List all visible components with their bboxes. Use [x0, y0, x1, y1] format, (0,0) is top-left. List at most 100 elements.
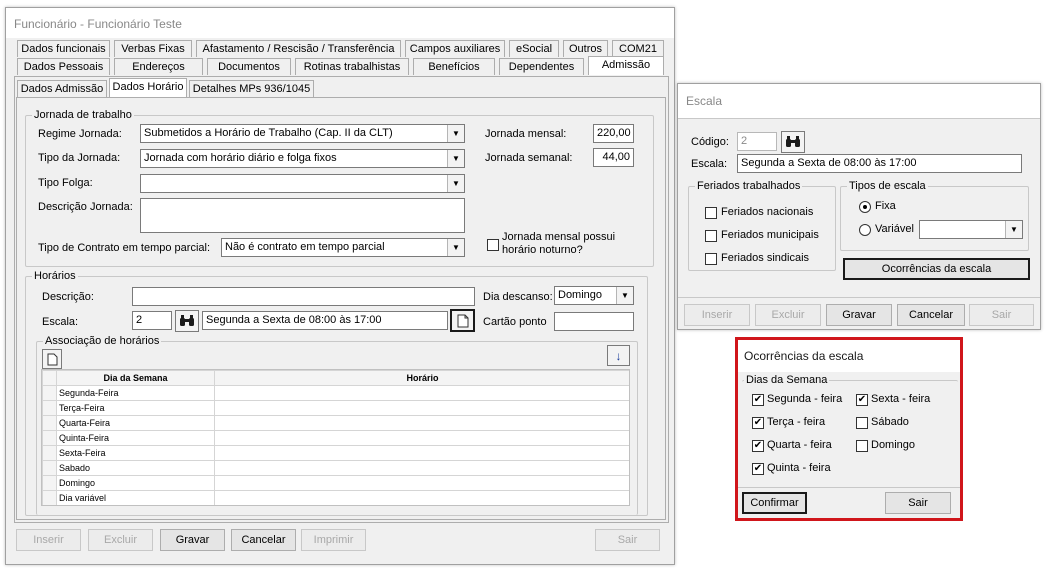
- sabado-label: Sábado: [871, 416, 909, 428]
- table-row[interactable]: Sexta-Feira: [42, 445, 629, 461]
- terca-label: Terça - feira: [767, 416, 826, 428]
- table-row[interactable]: Segunda-Feira: [42, 385, 629, 401]
- fixa-radio[interactable]: [859, 201, 871, 213]
- escala-top-divider: [678, 118, 1040, 119]
- cell-horario[interactable]: [214, 475, 629, 491]
- regime-select[interactable]: Submetidos a Horário de Trabalho (Cap. I…: [140, 124, 465, 143]
- tab-detalhes-mps[interactable]: Detalhes MPs 936/1045: [189, 80, 314, 97]
- cancelar-button[interactable]: Cancelar: [231, 529, 296, 551]
- sair-button[interactable]: Sair: [595, 529, 660, 551]
- table-row[interactable]: Quarta-Feira: [42, 415, 629, 431]
- tab-esocial[interactable]: eSocial: [509, 40, 559, 57]
- gravar-button[interactable]: Gravar: [160, 529, 225, 551]
- noturno-checkbox[interactable]: [487, 239, 499, 251]
- escala-name-field[interactable]: Segunda a Sexta de 08:00 às 17:00: [737, 154, 1022, 173]
- terca-checkbox[interactable]: ✔: [752, 417, 764, 429]
- dia-descanso-select[interactable]: Domingo ▼: [554, 286, 634, 305]
- segunda-checkbox[interactable]: ✔: [752, 394, 764, 406]
- table-row[interactable]: Dia variável: [42, 490, 629, 505]
- escala-cancelar-button[interactable]: Cancelar: [897, 304, 965, 326]
- chevron-down-icon[interactable]: ▼: [447, 239, 464, 256]
- escala-inserir-button[interactable]: Inserir: [684, 304, 750, 326]
- chevron-down-icon[interactable]: ▼: [447, 175, 464, 192]
- new-escala-button[interactable]: [450, 309, 475, 332]
- table-row[interactable]: Sabado: [42, 460, 629, 476]
- horarios-grid[interactable]: Dia da Semana Horário Segunda-Feira Terç…: [41, 369, 630, 506]
- cell-horario[interactable]: [214, 400, 629, 416]
- add-horario-button[interactable]: [42, 349, 62, 369]
- cell-horario[interactable]: [214, 460, 629, 476]
- col-horario[interactable]: Horário: [214, 370, 629, 386]
- tipo-folga-select[interactable]: ▼: [140, 174, 465, 193]
- ocorrencias-sair-button[interactable]: Sair: [885, 492, 951, 514]
- sexta-checkbox[interactable]: ✔: [856, 394, 868, 406]
- codigo-field[interactable]: 2: [737, 132, 777, 151]
- chevron-down-icon[interactable]: ▼: [447, 150, 464, 167]
- sabado-checkbox[interactable]: [856, 417, 868, 429]
- ocorrencias-bottom-divider: [738, 487, 960, 488]
- descricao-field[interactable]: [132, 287, 475, 306]
- quarta-checkbox[interactable]: ✔: [752, 440, 764, 452]
- binoculars-search-button[interactable]: [175, 310, 199, 332]
- confirmar-button[interactable]: Confirmar: [742, 492, 807, 514]
- domingo-checkbox[interactable]: [856, 440, 868, 452]
- jornada-semanal-field[interactable]: 44,00: [593, 148, 634, 167]
- escala-code-field[interactable]: 2: [132, 311, 172, 330]
- tab-dados-admissao[interactable]: Dados Admissão: [17, 80, 107, 97]
- ocorrencias-button[interactable]: Ocorrências da escala: [843, 258, 1030, 280]
- tab-verbas-fixas[interactable]: Verbas Fixas: [114, 40, 192, 57]
- escala-sair-button[interactable]: Sair: [969, 304, 1034, 326]
- tab-com21[interactable]: COM21: [612, 40, 664, 57]
- cell-horario[interactable]: [214, 445, 629, 461]
- imprimir-button[interactable]: Imprimir: [301, 529, 366, 551]
- contrato-parcial-select[interactable]: Não é contrato em tempo parcial ▼: [221, 238, 465, 257]
- quinta-checkbox[interactable]: ✔: [752, 463, 764, 475]
- descricao-jornada-textarea[interactable]: [140, 198, 465, 233]
- tab-dados-horario[interactable]: Dados Horário: [109, 78, 187, 97]
- cell-horario[interactable]: [214, 430, 629, 446]
- cell-dia: Domingo: [56, 475, 215, 491]
- move-down-button[interactable]: ↓: [607, 345, 630, 366]
- tab-dependentes[interactable]: Dependentes: [499, 58, 584, 75]
- tab-rotinas-trabalhistas[interactable]: Rotinas trabalhistas: [295, 58, 409, 75]
- feriados-sindicais-checkbox[interactable]: [705, 253, 717, 265]
- feriados-nacionais-checkbox[interactable]: [705, 207, 717, 219]
- table-row[interactable]: Domingo: [42, 475, 629, 491]
- associacao-legend: Associação de horários: [43, 335, 162, 347]
- tab-campos-auxiliares[interactable]: Campos auxiliares: [405, 40, 505, 57]
- col-dia-semana[interactable]: Dia da Semana: [56, 370, 215, 386]
- feriados-municipais-checkbox[interactable]: [705, 230, 717, 242]
- chevron-down-icon[interactable]: ▼: [616, 287, 633, 304]
- table-row[interactable]: Terça-Feira: [42, 400, 629, 416]
- tab-admissao[interactable]: Admissão: [588, 56, 664, 75]
- excluir-button[interactable]: Excluir: [88, 529, 153, 551]
- sexta-label: Sexta - feira: [871, 393, 931, 405]
- tab-documentos[interactable]: Documentos: [207, 58, 291, 75]
- escala-name-field[interactable]: Segunda a Sexta de 08:00 às 17:00: [202, 311, 448, 330]
- chevron-down-icon[interactable]: ▼: [447, 125, 464, 142]
- escala-gravar-button[interactable]: Gravar: [826, 304, 892, 326]
- variavel-radio[interactable]: [859, 224, 871, 236]
- horarios-table: Dia da Semana Horário Segunda-Feira Terç…: [42, 370, 629, 505]
- tab-beneficios[interactable]: Benefícios: [413, 58, 495, 75]
- variavel-select[interactable]: ▼: [919, 220, 1023, 239]
- escala-excluir-button[interactable]: Excluir: [755, 304, 821, 326]
- binoculars-search-button[interactable]: [781, 131, 805, 153]
- tab-outros[interactable]: Outros: [563, 40, 608, 57]
- jornada-mensal-field[interactable]: 220,00: [593, 124, 634, 143]
- cell-horario[interactable]: [214, 415, 629, 431]
- tab-afastamento[interactable]: Afastamento / Rescisão / Transferência: [196, 40, 401, 57]
- tipo-jornada-select[interactable]: Jornada com horário diário e folga fixos…: [140, 149, 465, 168]
- inserir-button[interactable]: Inserir: [16, 529, 81, 551]
- cell-horario[interactable]: [214, 385, 629, 401]
- chevron-down-icon[interactable]: ▼: [1005, 221, 1022, 238]
- cartao-ponto-field[interactable]: [554, 312, 634, 331]
- tab-dados-pessoais[interactable]: Dados Pessoais: [17, 58, 110, 75]
- cell-horario[interactable]: [214, 490, 629, 505]
- tab-dados-funcionais[interactable]: Dados funcionais: [17, 40, 110, 57]
- tab-enderecos[interactable]: Endereços: [114, 58, 203, 75]
- cell-dia: Quinta-Feira: [56, 430, 215, 446]
- jornada-legend: Jornada de trabalho: [32, 109, 134, 121]
- table-row[interactable]: Quinta-Feira: [42, 430, 629, 446]
- tipo-jornada-value: Jornada com horário diário e folga fixos: [144, 152, 337, 164]
